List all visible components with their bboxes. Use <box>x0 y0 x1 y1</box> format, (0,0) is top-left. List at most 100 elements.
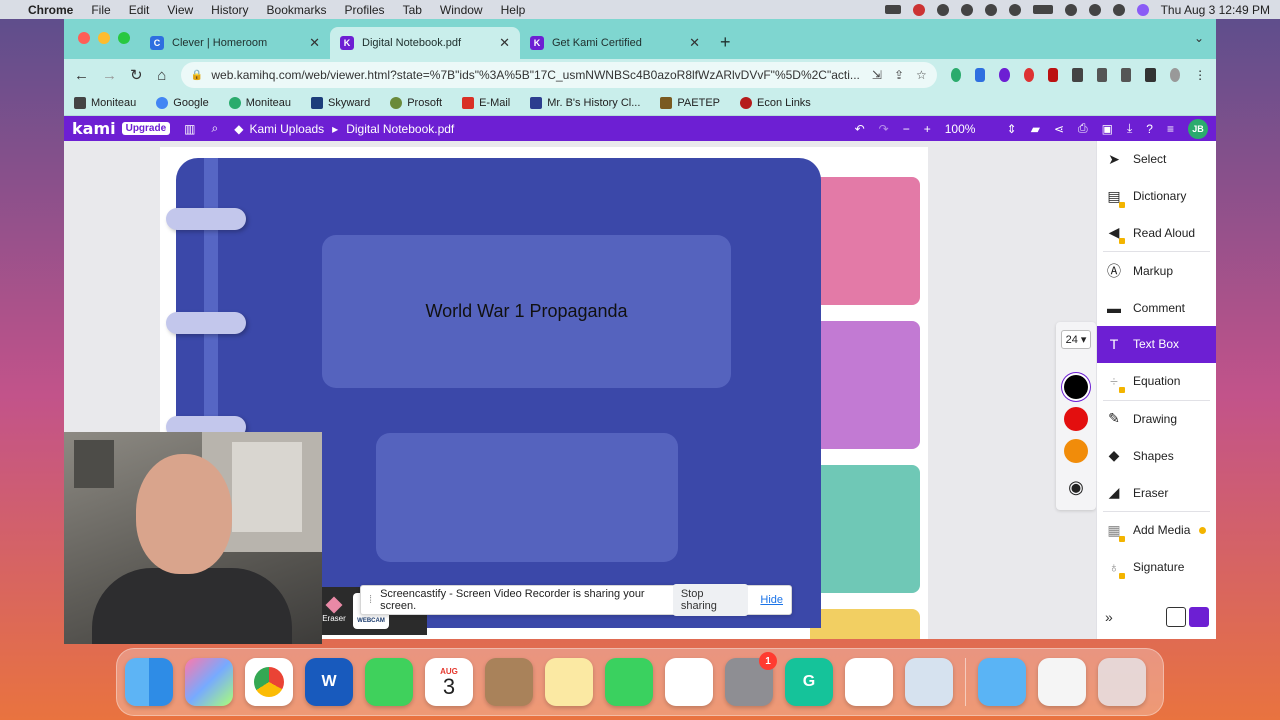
bookmark-google[interactable]: Google <box>156 97 209 109</box>
layout-left-icon[interactable] <box>1166 607 1186 627</box>
battery-icon[interactable] <box>1032 5 1053 14</box>
chrome-icon[interactable] <box>245 658 293 706</box>
save-icon[interactable]: ▣ <box>1102 122 1113 136</box>
share-icon[interactable]: ⋖ <box>1054 122 1064 136</box>
calendar-icon[interactable]: AUG 3 <box>425 658 473 706</box>
help-icon[interactable]: ? <box>1146 122 1153 136</box>
new-tab-button[interactable]: + <box>720 32 731 53</box>
back-button[interactable]: ← <box>74 67 89 84</box>
bluetooth-icon[interactable] <box>1008 3 1021 16</box>
close-icon[interactable]: ✕ <box>309 35 320 51</box>
tool-dictionary[interactable]: ▤ Dictionary <box>1097 178 1216 215</box>
grammarly-icon[interactable]: G <box>785 658 833 706</box>
spotlight-icon[interactable] <box>1088 3 1101 16</box>
avatar[interactable]: JB <box>1188 118 1208 139</box>
menu-bookmarks[interactable]: Bookmarks <box>267 3 327 17</box>
preview-icon[interactable] <box>905 658 953 706</box>
screenshot-icon[interactable] <box>845 658 893 706</box>
trash-icon[interactable] <box>1098 658 1146 706</box>
document-stack-icon[interactable] <box>1038 658 1086 706</box>
menu-icon[interactable]: ≡ <box>1167 122 1174 136</box>
tool-eraser[interactable]: ◢ Eraser <box>1097 474 1216 511</box>
kami-logo[interactable]: kami <box>72 119 116 138</box>
freeform-icon[interactable] <box>665 658 713 706</box>
tool-add-media[interactable]: ▦ Add Media <box>1097 512 1216 549</box>
tool-equation[interactable]: ÷ Equation <box>1097 363 1216 400</box>
kami-extension-icon[interactable] <box>999 68 1010 82</box>
screen-record-icon[interactable] <box>884 5 901 14</box>
notes-icon[interactable] <box>545 658 593 706</box>
puzzle-icon[interactable] <box>1072 68 1083 82</box>
menu-help[interactable]: Help <box>501 3 526 17</box>
facetime-icon[interactable] <box>605 658 653 706</box>
color-swatch-red[interactable] <box>1064 407 1088 431</box>
drag-handle-icon[interactable]: ⁞ <box>369 594 372 606</box>
control-center-icon[interactable] <box>1112 3 1125 16</box>
menu-file[interactable]: File <box>91 3 110 17</box>
bookmark-history-class[interactable]: Mr. B's History Cl... <box>530 97 640 109</box>
bookmark-moniteau[interactable]: Moniteau <box>74 97 136 109</box>
tab-digital-notebook[interactable]: K Digital Notebook.pdf ✕ <box>330 27 520 59</box>
bookmark-email[interactable]: E-Mail <box>462 97 510 109</box>
star-icon[interactable]: ☆ <box>916 68 927 82</box>
install-icon[interactable]: ⇲ <box>872 68 882 82</box>
word-icon[interactable]: W <box>305 658 353 706</box>
search-icon[interactable]: ⌕ <box>212 121 219 136</box>
tool-read-aloud[interactable]: ◀ Read Aloud <box>1097 215 1216 252</box>
close-icon[interactable]: ✕ <box>499 35 510 51</box>
menu-tab[interactable]: Tab <box>403 3 422 17</box>
tool-select[interactable]: ➤ Select <box>1097 141 1216 178</box>
webcam-overlay[interactable] <box>64 432 322 644</box>
tool-drawing[interactable]: ✎ Drawing <box>1097 401 1216 438</box>
content-text-box[interactable] <box>376 433 678 562</box>
menu-clock[interactable]: Thu Aug 3 12:49 PM <box>1161 3 1270 17</box>
redo-icon[interactable]: ↷ <box>879 122 889 136</box>
reload-button[interactable]: ↻ <box>130 66 143 84</box>
open-folder-icon[interactable]: ▰ <box>1031 122 1040 136</box>
menu-history[interactable]: History <box>211 3 248 17</box>
stop-sharing-button[interactable]: Stop sharing <box>672 584 749 616</box>
url-text[interactable]: web.kamihq.com/web/viewer.html?state=%7B… <box>211 68 860 82</box>
bookmark-skyward[interactable]: Skyward <box>311 97 370 109</box>
profile-icon[interactable] <box>1169 68 1181 82</box>
breadcrumb-folder[interactable]: Kami Uploads <box>249 122 324 136</box>
zoom-select[interactable]: 100% ⇕ <box>945 122 1017 136</box>
title-text-box[interactable]: World War 1 Propaganda <box>322 235 731 388</box>
zoom-window-button[interactable] <box>118 32 130 44</box>
menu-view[interactable]: View <box>167 3 193 17</box>
font-size-select[interactable]: 24 ▾ <box>1060 330 1092 349</box>
layout-right-icon[interactable] <box>1189 607 1209 627</box>
more-menu-icon[interactable]: ⋮ <box>1194 68 1206 82</box>
bookmark-paetep[interactable]: PAETEP <box>660 97 720 109</box>
home-button[interactable]: ⌂ <box>157 67 167 84</box>
breadcrumb-file[interactable]: Digital Notebook.pdf <box>346 122 454 136</box>
bookmark-prosoft[interactable]: Prosoft <box>390 97 442 109</box>
downloads-folder-icon[interactable] <box>978 658 1026 706</box>
contacts-icon[interactable] <box>485 658 533 706</box>
tool-shapes[interactable]: ◆ Shapes <box>1097 437 1216 474</box>
tool-text-box[interactable]: T Text Box <box>1097 325 1216 363</box>
extension-icon[interactable] <box>1048 68 1059 82</box>
bookmark-econ-links[interactable]: Econ Links <box>740 97 811 109</box>
tool-signature[interactable]: ♁ Signature <box>1097 549 1216 586</box>
lock-icon[interactable]: 🔒 <box>191 70 203 81</box>
finder-icon[interactable] <box>125 658 173 706</box>
color-picker-icon[interactable]: ◉ <box>1068 477 1084 498</box>
notebook-title[interactable]: World War 1 Propaganda <box>425 301 627 322</box>
forward-button[interactable]: → <box>102 67 117 84</box>
menu-app-name[interactable]: Chrome <box>28 3 73 17</box>
grammarly-icon[interactable] <box>936 3 949 16</box>
download-icon[interactable] <box>1121 68 1132 82</box>
zoom-in-icon[interactable]: + <box>924 122 931 136</box>
sidebar-toggle-icon[interactable]: ▥ <box>184 122 195 136</box>
chevron-down-icon[interactable]: ⌄ <box>1194 31 1204 45</box>
tool-markup[interactable]: Ⓐ Markup <box>1097 252 1216 289</box>
color-swatch-black[interactable] <box>1064 375 1088 399</box>
hide-button[interactable]: Hide <box>760 594 783 606</box>
launchpad-icon[interactable] <box>185 658 233 706</box>
upgrade-button[interactable]: Upgrade <box>121 122 171 135</box>
menu-edit[interactable]: Edit <box>129 3 150 17</box>
time-machine-icon[interactable] <box>984 3 997 16</box>
reading-list-icon[interactable] <box>1096 68 1108 82</box>
address-bar[interactable]: 🔒 web.kamihq.com/web/viewer.html?state=%… <box>180 62 937 88</box>
